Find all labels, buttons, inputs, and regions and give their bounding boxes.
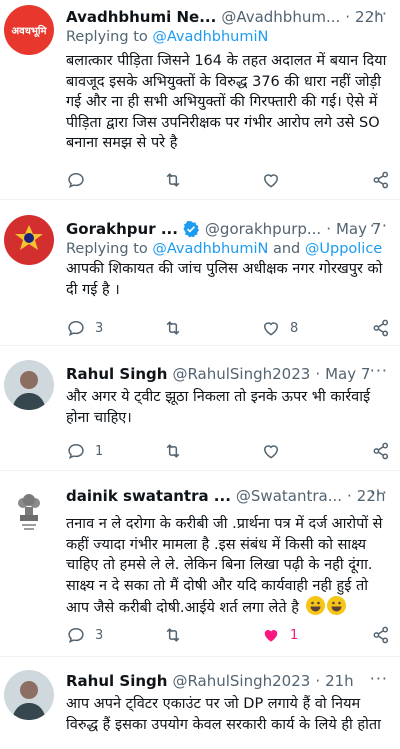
- like-count: 8: [290, 320, 299, 336]
- reply-button[interactable]: [66, 170, 95, 190]
- more-options-icon[interactable]: ···: [370, 669, 388, 688]
- and-label: and: [268, 241, 305, 257]
- retweet-button[interactable]: [163, 625, 183, 645]
- retweet-icon: [166, 444, 180, 458]
- replying-to-label: Replying to: [66, 29, 153, 45]
- timestamp[interactable]: May 7: [325, 365, 370, 383]
- reply-button[interactable]: 3: [66, 625, 103, 645]
- avatar[interactable]: [4, 670, 54, 720]
- timestamp[interactable]: 21h: [325, 672, 354, 690]
- mention-link[interactable]: @Uppolice: [305, 241, 382, 257]
- user-handle[interactable]: @RahulSingh2023: [172, 672, 310, 690]
- user-photo-icon: [12, 371, 46, 410]
- reply-icon: [68, 172, 84, 189]
- reply-button[interactable]: 1: [66, 441, 103, 461]
- display-name[interactable]: Avadhbhumi Ne...: [66, 8, 216, 26]
- like-button[interactable]: 1: [261, 625, 298, 645]
- retweet-icon: [166, 628, 180, 642]
- more-options-icon[interactable]: ···: [370, 361, 388, 380]
- share-button[interactable]: [371, 625, 391, 645]
- tweet-2[interactable]: Gorakhpur ... @gorakhpurp... · May 7 Rep…: [0, 201, 400, 346]
- retweet-icon: [166, 321, 180, 335]
- share-icon: [373, 319, 389, 337]
- tweet-header: dainik swatantra ... @Swatantra... · 22h: [66, 485, 390, 507]
- like-count: 1: [290, 627, 299, 643]
- user-handle[interactable]: @gorakhpurp...: [205, 220, 321, 238]
- grinning-face-icon: [326, 596, 346, 615]
- mention-link[interactable]: @AvadhbhumiN: [152, 29, 268, 45]
- user-handle[interactable]: @RahulSingh2023: [172, 365, 310, 383]
- tweet-3[interactable]: Rahul Singh @RahulSingh2023 · May 7 और अ…: [0, 347, 400, 471]
- police-emblem-icon: [15, 225, 43, 250]
- replying-to-label: Replying to: [66, 241, 153, 257]
- replying-to: Replying to @AvadhbhumiN and @Uppolice: [66, 241, 390, 257]
- reply-icon: [68, 443, 84, 460]
- mention-link[interactable]: @AvadhbhumiN: [152, 241, 268, 257]
- verified-badge-icon: [183, 220, 199, 238]
- avatar[interactable]: [4, 486, 54, 536]
- national-emblem-icon: [18, 494, 40, 530]
- reply-button[interactable]: 3: [66, 318, 103, 338]
- like-button[interactable]: 8: [261, 318, 298, 338]
- tweet-text: आप अपने ट्विटर एकाउंट पर जो DP लगाये हैं…: [66, 696, 381, 733]
- avatar[interactable]: [4, 360, 54, 410]
- grinning-face-icon: [305, 596, 325, 615]
- share-button[interactable]: [371, 441, 391, 461]
- tweet-text: और अगर ये ट्वीट झूठा निकला तो इनके ऊपर भ…: [66, 389, 371, 426]
- reply-count: 3: [95, 627, 104, 643]
- tweet-header: Avadhbhumi Ne... @Avadhbhum... · 22h: [66, 6, 390, 28]
- avatar[interactable]: अवधभूमि: [4, 5, 54, 55]
- tweet-header: Rahul Singh @RahulSingh2023 · May 7: [66, 363, 390, 385]
- separator: ·: [315, 365, 321, 383]
- like-button[interactable]: [261, 441, 290, 461]
- display-name[interactable]: Rahul Singh: [66, 365, 167, 383]
- share-icon: [373, 442, 389, 460]
- heart-filled-icon: [264, 629, 278, 642]
- separator: ·: [315, 672, 321, 690]
- tweet-4[interactable]: dainik swatantra ... @Swatantra... · 22h…: [0, 472, 400, 657]
- reply-icon: [68, 627, 84, 644]
- like-button[interactable]: [261, 170, 290, 190]
- tweet-1[interactable]: अवधभूमि Avadhbhumi Ne... @Avadhbhum... ·…: [0, 0, 400, 200]
- separator: ·: [326, 220, 331, 238]
- reply-count: 1: [95, 443, 104, 459]
- user-handle[interactable]: @Avadhbhum...: [221, 8, 340, 26]
- tweet-actions: [66, 170, 390, 194]
- separator: ·: [347, 487, 352, 505]
- tweet-actions: 3 1: [66, 625, 390, 649]
- retweet-icon: [166, 173, 180, 187]
- tweet-text: बलात्कार पीड़िता जिसने 164 के तहत अदालत …: [66, 53, 387, 151]
- share-icon: [373, 626, 389, 644]
- heart-icon: [263, 445, 279, 459]
- share-button[interactable]: [371, 170, 391, 190]
- more-options-icon[interactable]: ···: [370, 216, 388, 235]
- tweet-actions: 3 8: [66, 318, 390, 342]
- display-name[interactable]: Rahul Singh: [66, 672, 167, 690]
- more-options-icon[interactable]: ···: [370, 483, 388, 502]
- display-name[interactable]: dainik swatantra ...: [66, 487, 231, 505]
- more-options-icon[interactable]: ···: [370, 4, 388, 23]
- tweet-actions: 1: [66, 441, 390, 465]
- tweet-header: Gorakhpur ... @gorakhpurp... · May 7: [66, 218, 390, 240]
- tweet-text: आपकी शिकायत की जांच पुलिस अधीक्षक नगर गो…: [66, 261, 383, 298]
- heart-icon: [263, 174, 279, 188]
- user-handle[interactable]: @Swatantra...: [236, 487, 342, 505]
- share-icon: [373, 171, 389, 189]
- share-button[interactable]: [371, 318, 391, 338]
- separator: ·: [345, 8, 351, 26]
- display-name[interactable]: Gorakhpur ...: [66, 220, 178, 238]
- avatar-logo-text: अवधभूमि: [11, 26, 47, 37]
- reply-count: 3: [95, 320, 104, 336]
- tweet-text: तनाव न ले दरोगा के करीबी जी .प्रार्थना प…: [66, 514, 390, 619]
- user-photo-icon: [12, 681, 46, 720]
- retweet-button[interactable]: [163, 441, 183, 461]
- tweet-header: Rahul Singh @RahulSingh2023 · 21h: [66, 670, 390, 692]
- retweet-button[interactable]: [163, 170, 183, 190]
- reply-icon: [68, 320, 84, 337]
- replying-to: Replying to @AvadhbhumiN: [66, 29, 390, 45]
- retweet-button[interactable]: [163, 318, 183, 338]
- tweet-5[interactable]: Rahul Singh @RahulSingh2023 · 21h आप अपन…: [0, 658, 400, 749]
- heart-icon: [263, 322, 279, 336]
- avatar[interactable]: [4, 215, 54, 265]
